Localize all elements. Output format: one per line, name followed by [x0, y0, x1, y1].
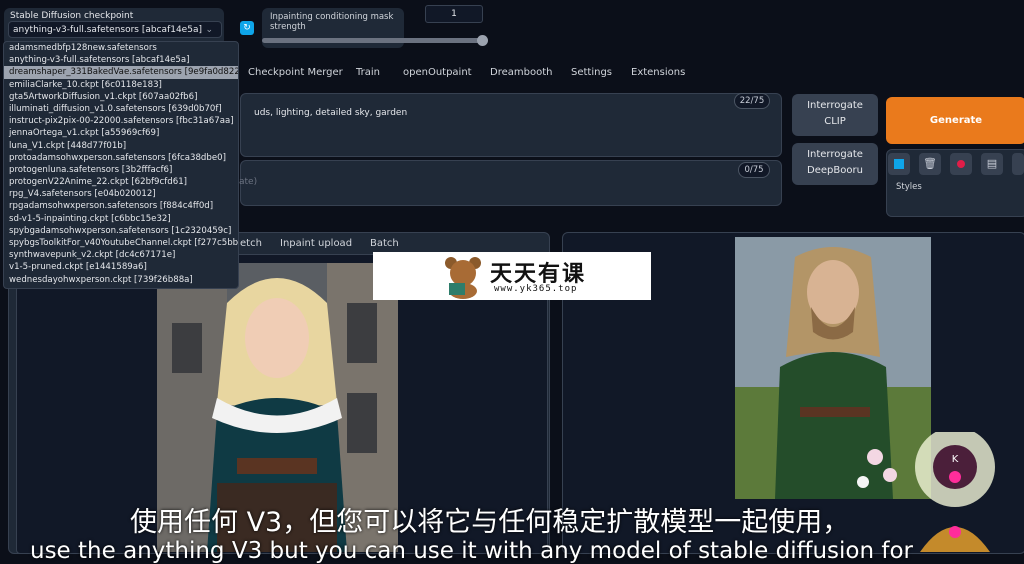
prompt-textarea[interactable] [240, 93, 782, 157]
negative-token-count: 0/75 [738, 162, 770, 178]
red-dot-icon[interactable] [950, 153, 972, 175]
dropdown-option[interactable]: synthwavepunk_v2.ckpt [dc4c67171e] [4, 249, 238, 261]
dropdown-option[interactable]: spybgsToolkitFor_v40YoutubeChannel.ckpt … [4, 237, 238, 249]
watermark-url: www.yk365.top [494, 284, 578, 294]
interrogate-deepbooru-label: Interrogate DeepBooru [807, 149, 863, 176]
tab-extensions[interactable]: Extensions [631, 67, 685, 78]
dropdown-option[interactable]: illuminati_diffusion_v1.0.safetensors [6… [4, 103, 238, 115]
dropdown-option[interactable]: v1-5-pruned.ckpt [e1441589a6] [4, 261, 238, 273]
svg-text:K: K [952, 454, 959, 465]
checkpoint-select[interactable]: anything-v3-full.safetensors [abcaf14e5a… [8, 21, 222, 38]
checkpoint-dropdown-list: adamsmedbfp128new.safetensors anything-v3… [3, 41, 239, 289]
inpaint-strength-label: Inpainting conditioning mask strength [270, 12, 394, 32]
dropdown-option[interactable]: rpgadamsohwxperson.safetensors [f884c4ff… [4, 200, 238, 212]
negative-prompt-text: ate) [239, 177, 258, 187]
tab-dreambooth[interactable]: Dreambooth [490, 67, 552, 78]
tab-settings[interactable]: Settings [571, 67, 612, 78]
dropdown-option[interactable]: luna_V1.ckpt [448d77f01b] [4, 140, 238, 152]
interrogate-clip-button[interactable]: Interrogate CLIP [792, 94, 878, 136]
subtitle-english: use the anything V3 but you can use it w… [30, 538, 913, 564]
inpaint-strength-input[interactable]: 1 [425, 5, 483, 23]
paint-brush-icon[interactable] [888, 153, 910, 175]
dropdown-option[interactable]: protoadamsohwxperson.safetensors [6fca38… [4, 152, 238, 164]
styles-label: Styles [896, 182, 922, 192]
inpaint-strength-slider[interactable] [262, 38, 486, 43]
dropdown-option[interactable]: wednesdayohwxperson.ckpt [739f26b88a] [4, 274, 238, 286]
clipboard-icon[interactable]: ▤ [981, 153, 1003, 175]
interrogate-deepbooru-button[interactable]: Interrogate DeepBooru [792, 143, 878, 185]
prompt-token-count: 22/75 [734, 93, 770, 109]
dropdown-option[interactable]: protogenV22Anime_22.ckpt [62bf9cfd61] [4, 176, 238, 188]
dropdown-option[interactable]: adamsmedbfp128new.safetensors [4, 42, 238, 54]
checkpoint-value: anything-v3-full.safetensors [abcaf14e5a… [13, 25, 202, 35]
save-icon[interactable] [1012, 153, 1024, 175]
dropdown-option[interactable]: emiliaClarke_10.ckpt [6c0118e183] [4, 79, 238, 91]
bear-logo-icon [445, 257, 481, 299]
robot-avatar: K [915, 432, 995, 552]
tab-checkpoint-merger[interactable]: Checkpoint Merger [248, 67, 343, 78]
tab-openoutpaint[interactable]: openOutpaint [403, 67, 472, 78]
refresh-icon[interactable]: ↻ [240, 21, 254, 35]
tab-inpaint-upload[interactable]: Inpaint upload [280, 238, 352, 249]
dropdown-option[interactable]: sd-v1-5-inpainting.ckpt [c6bbc15e32] [4, 213, 238, 225]
generate-button[interactable]: Generate [886, 97, 1024, 144]
tab-train[interactable]: Train [356, 67, 380, 78]
dropdown-option[interactable]: jennaOrtega_v1.ckpt [a55969cf69] [4, 127, 238, 139]
dropdown-option[interactable]: anything-v3-full.safetensors [abcaf14e5a… [4, 54, 238, 66]
tab-sketch[interactable]: etch [240, 238, 262, 249]
interrogate-clip-label: Interrogate CLIP [807, 100, 863, 127]
subtitle-chinese: 使用任何 V3，但您可以将它与任何稳定扩散模型一起使用， [130, 507, 850, 538]
tab-batch[interactable]: Batch [370, 238, 399, 249]
checkpoint-label: Stable Diffusion checkpoint [10, 11, 134, 21]
dropdown-option[interactable]: protogenluna.safetensors [3b2fffacf6] [4, 164, 238, 176]
negative-prompt-textarea[interactable] [240, 160, 782, 206]
chevron-down-icon: ⌄ [205, 25, 213, 35]
dropdown-option[interactable]: rpg_V4.safetensors [e04b020012] [4, 188, 238, 200]
dropdown-option[interactable]: spybgadamsohwxperson.safetensors [1c2320… [4, 225, 238, 237]
dropdown-option[interactable]: gta5ArtworkDiffusion_v1.ckpt [607aa02fb6… [4, 91, 238, 103]
prompt-text: uds, lighting, detailed sky, garden [254, 108, 408, 118]
dropdown-option[interactable]: dreamshaper_331BakedVae.safetensors [9e9… [4, 66, 238, 79]
slider-thumb[interactable] [477, 35, 488, 46]
trash-icon[interactable]: 🗑 [919, 153, 941, 175]
dropdown-option[interactable]: instruct-pix2pix-00-22000.safetensors [f… [4, 115, 238, 127]
